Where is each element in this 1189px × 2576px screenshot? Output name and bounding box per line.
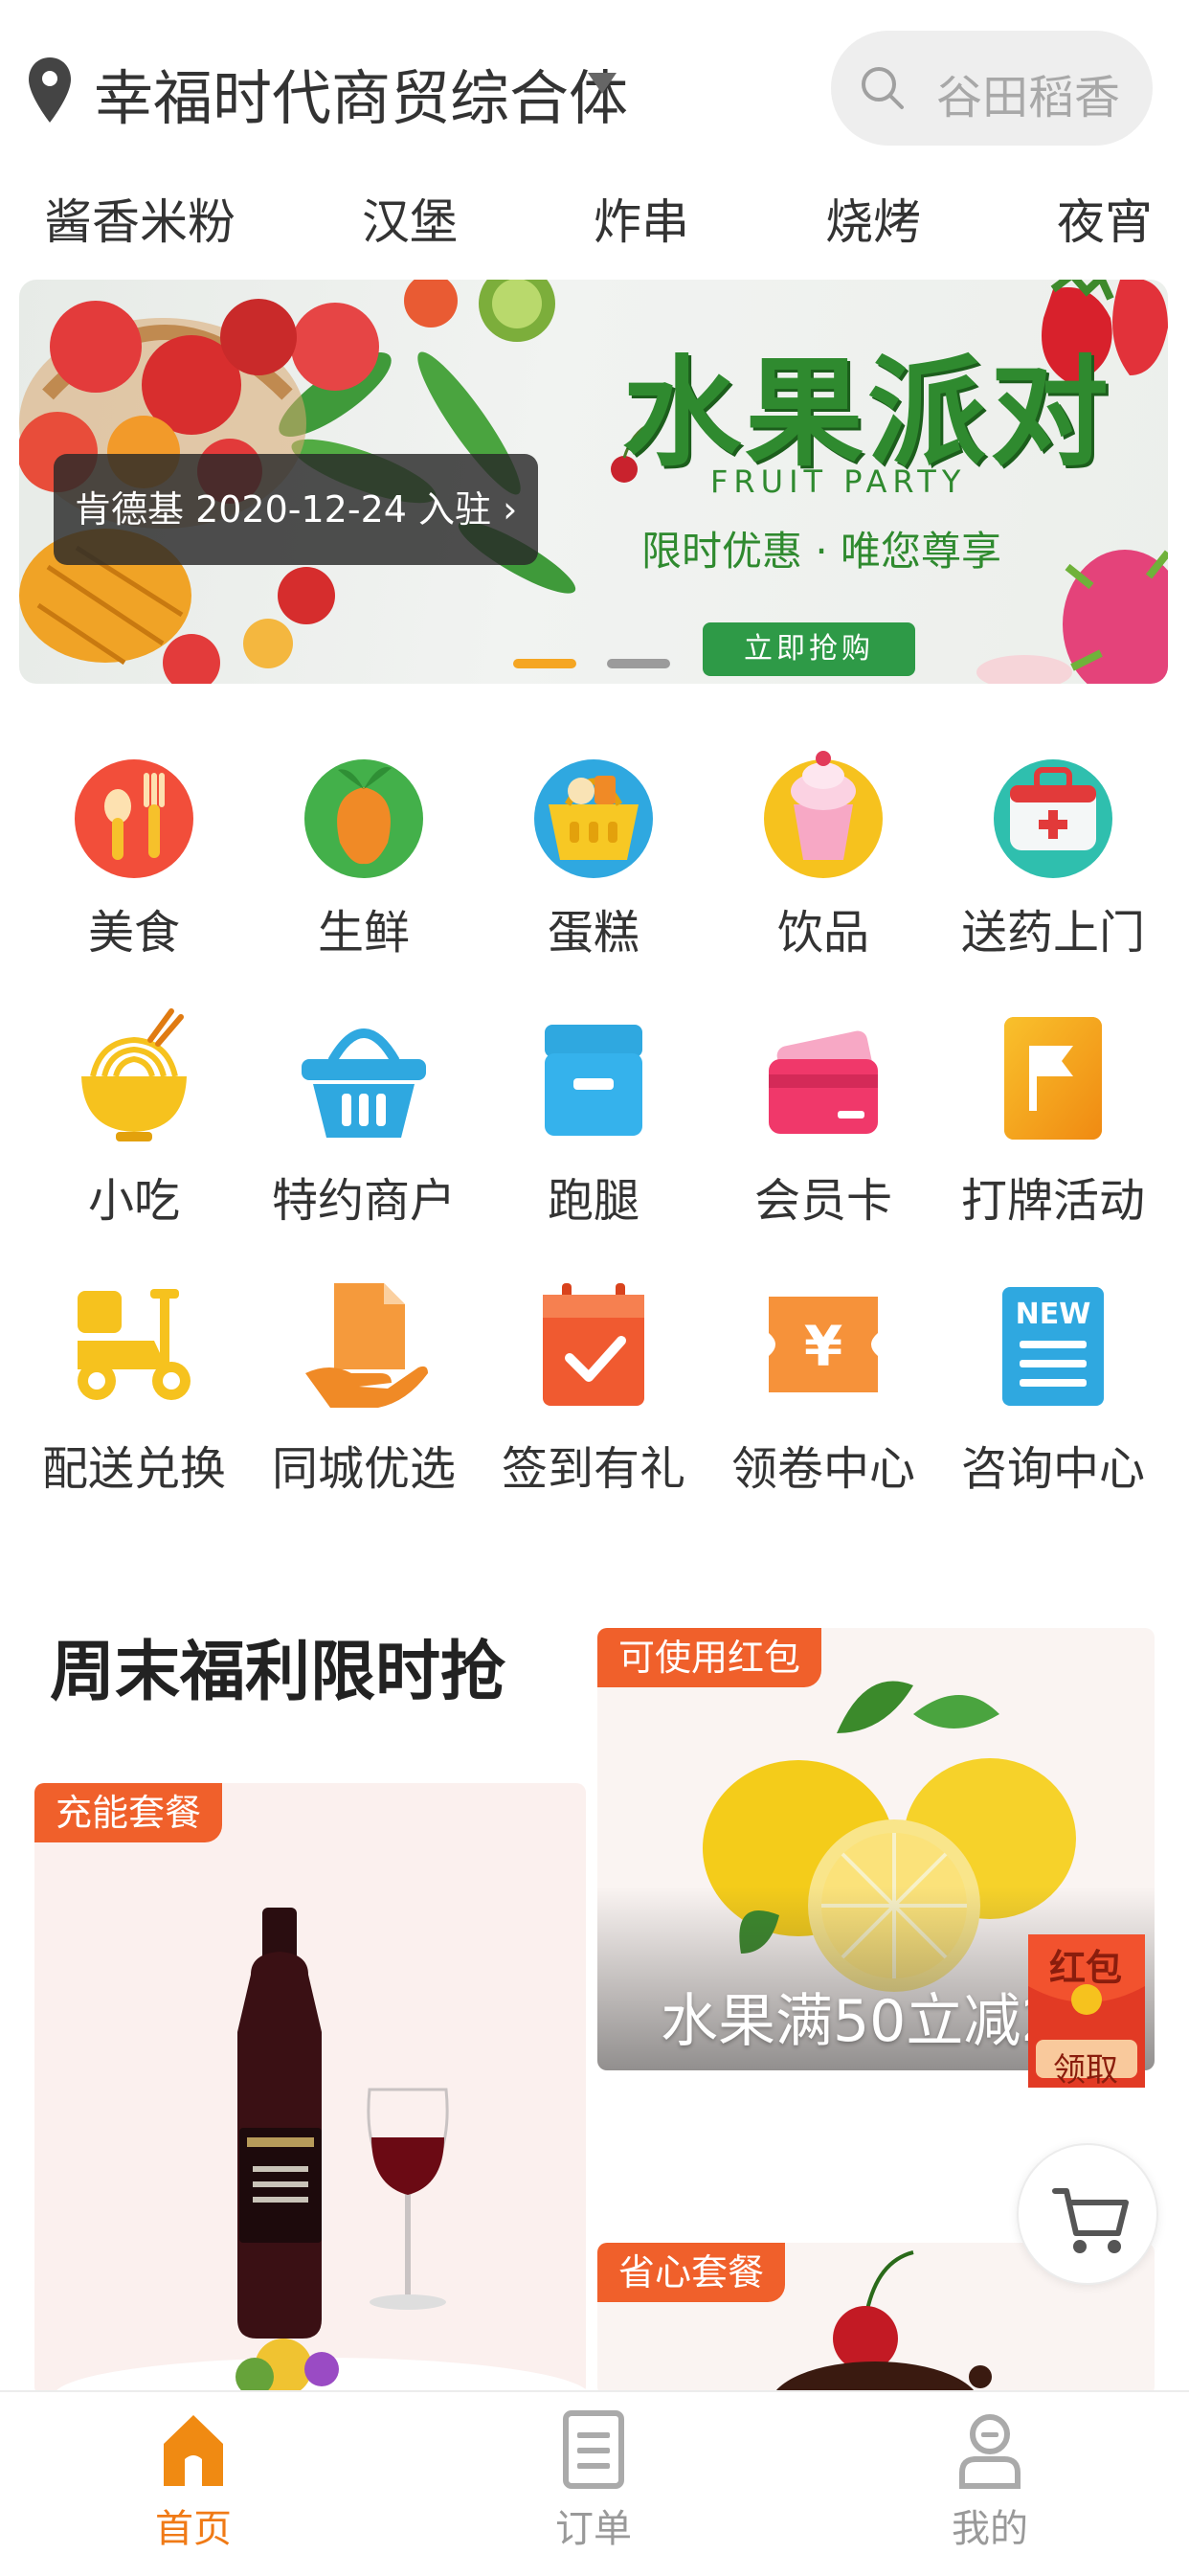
banner-slogan: 限时优惠 · 唯您尊享 — [641, 528, 1002, 575]
promo-caption: 水果满50立减2 — [661, 1988, 1058, 2055]
search-input[interactable]: 谷田稻香 — [831, 31, 1153, 146]
grid-item-medicine[interactable]: 送药上门 — [938, 737, 1168, 986]
banner-title: 水果派对 — [622, 345, 1113, 483]
bottom-nav: 首页 订单 我的 — [0, 2390, 1189, 2574]
grid-item-cake[interactable]: 蛋糕 — [479, 737, 708, 986]
grid-label: 领卷中心 — [730, 1442, 915, 1496]
nav-orders[interactable]: 订单 — [479, 2392, 708, 2576]
search-placeholder: 谷田稻香 — [936, 71, 1121, 124]
grid-label: 美食 — [87, 906, 180, 960]
carousel-dot-active[interactable] — [513, 659, 576, 668]
member-card-icon — [769, 1030, 878, 1134]
grid-label: 饮品 — [776, 906, 869, 960]
grid-label: 小吃 — [87, 1174, 180, 1228]
promo-tag: 可使用红包 — [597, 1628, 822, 1687]
grid-label: 配送兑换 — [41, 1442, 226, 1496]
section-title: 周末福利限时抢 — [50, 1635, 506, 1710]
errand-box-icon — [545, 1025, 642, 1136]
grid-label: 同城优选 — [271, 1442, 456, 1496]
cake-icon — [534, 759, 653, 878]
category-tabs: 酱香米粉 汉堡 炸串 烧烤 夜宵 — [0, 184, 1189, 260]
nav-label: 我的 — [952, 2507, 1028, 2551]
category-tab[interactable]: 炸串 — [594, 184, 689, 253]
grid-item-merchant[interactable]: 特约商户 — [249, 1006, 479, 1254]
grid-label: 送药上门 — [960, 906, 1145, 960]
grid-label: 打牌活动 — [960, 1174, 1145, 1228]
coupon-icon: ¥ — [769, 1297, 878, 1392]
buy-now-button[interactable]: 立即抢购 — [703, 622, 915, 676]
grid-label: 生鲜 — [317, 906, 410, 960]
carousel-dot[interactable] — [607, 659, 670, 668]
home-icon — [164, 2415, 223, 2486]
grid-item-coupon-center[interactable]: ¥ 领卷中心 — [708, 1274, 938, 1523]
red-packet-claim: 领取 — [1053, 2051, 1118, 2090]
location-pin-icon[interactable] — [27, 56, 73, 124]
snack-icon — [81, 1008, 187, 1141]
grid-item-local-select[interactable]: 同城优选 — [249, 1274, 479, 1523]
header: 幸福时代商贸综合体 谷田稻香 — [0, 0, 1189, 172]
fresh-icon — [304, 759, 423, 878]
grid-label: 咨询中心 — [960, 1442, 1145, 1496]
svg-text:¥: ¥ — [804, 1314, 842, 1379]
food-icon — [75, 759, 193, 878]
banner-subtitle: FRUIT PARTY — [710, 463, 967, 500]
promo-card-wine[interactable]: 充能套餐 — [34, 1783, 586, 2396]
grid-item-food[interactable]: 美食 — [19, 737, 249, 986]
grid-label: 签到有礼 — [501, 1442, 685, 1496]
category-tab[interactable]: 夜宵 — [1057, 184, 1153, 253]
grid-label: 跑腿 — [547, 1174, 639, 1228]
grid-item-flag-event[interactable]: 打牌活动 — [938, 1006, 1168, 1254]
promo-banner[interactable]: 水果派对 FRUIT PARTY 限时优惠 · 唯您尊享 立即抢购 肯德基 20… — [19, 280, 1168, 684]
red-packet-button[interactable]: 红包 领取 — [1015, 1925, 1158, 2097]
hand-document-icon — [305, 1283, 428, 1408]
medicine-icon — [994, 759, 1112, 878]
flag-icon — [1004, 1017, 1102, 1140]
nav-home[interactable]: 首页 — [79, 2392, 308, 2576]
promo-tag: 充能套餐 — [34, 1783, 223, 1842]
basket-icon — [302, 1028, 426, 1138]
category-tab[interactable]: 酱香米粉 — [44, 184, 236, 253]
nav-profile[interactable]: 我的 — [875, 2392, 1105, 2576]
grid-label: 会员卡 — [753, 1174, 892, 1228]
red-packet-title: 红包 — [1048, 1947, 1122, 1989]
grid-item-consult-center[interactable]: NEW 咨询中心 — [938, 1274, 1168, 1523]
search-icon — [862, 67, 904, 109]
svg-text:NEW: NEW — [1016, 1298, 1091, 1331]
wine-image — [54, 1908, 586, 2396]
grid-item-fresh[interactable]: 生鲜 — [249, 737, 479, 986]
grid-label: 蛋糕 — [547, 906, 639, 960]
category-tab[interactable]: 烧烤 — [825, 184, 921, 253]
grid-item-snack[interactable]: 小吃 — [19, 1006, 249, 1254]
nav-label: 订单 — [555, 2507, 632, 2551]
grid-item-delivery-exchange[interactable]: 配送兑换 — [19, 1274, 249, 1523]
order-icon — [563, 2410, 624, 2489]
category-tab[interactable]: 汉堡 — [362, 184, 458, 253]
grid-item-drink[interactable]: 饮品 — [708, 737, 938, 986]
promo-tag: 省心套餐 — [597, 2243, 786, 2302]
grid-item-errand[interactable]: 跑腿 — [479, 1006, 708, 1254]
profile-icon — [959, 2414, 1021, 2489]
grid-item-member-card[interactable]: 会员卡 — [708, 1006, 938, 1254]
caret-down-icon[interactable] — [588, 73, 617, 94]
cart-button[interactable] — [1017, 2143, 1158, 2285]
grid-label: 特约商户 — [271, 1174, 456, 1228]
calendar-check-icon — [543, 1283, 644, 1406]
store-notice[interactable]: 肯德基 2020-12-24 入驻 › — [54, 454, 539, 565]
cart-icon — [1052, 2188, 1129, 2253]
drink-icon — [764, 751, 883, 878]
location-name[interactable]: 幸福时代商贸综合体 — [94, 50, 628, 136]
grid-item-checkin[interactable]: 签到有礼 — [479, 1274, 708, 1523]
nav-label: 首页 — [155, 2507, 232, 2551]
scooter-icon — [78, 1289, 191, 1400]
news-icon: NEW — [1002, 1287, 1104, 1406]
